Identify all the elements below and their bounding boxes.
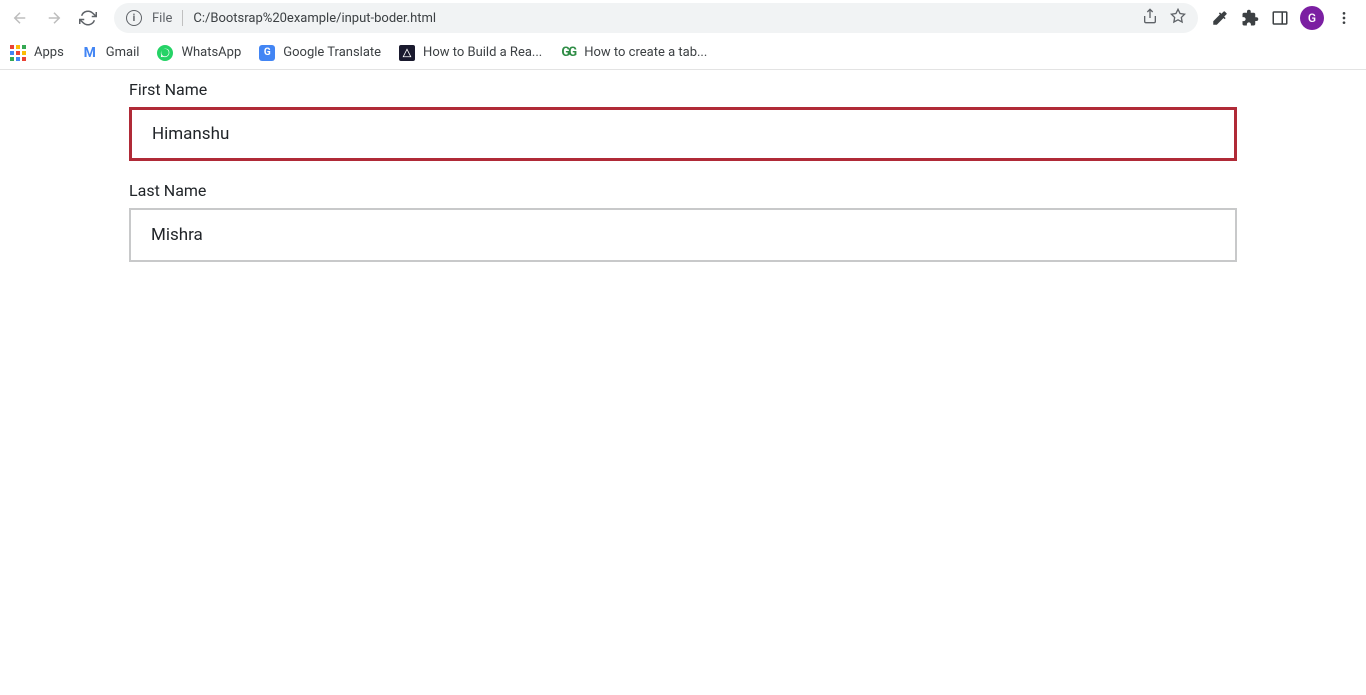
address-bar[interactable]: i File C:/Bootsrap%20example/input-boder… — [114, 3, 1198, 33]
profile-avatar[interactable]: G — [1300, 6, 1324, 30]
apps-grid-icon — [10, 45, 26, 61]
bookmark-label: Apps — [34, 45, 64, 60]
back-button[interactable] — [6, 4, 34, 32]
eyedropper-icon[interactable] — [1210, 8, 1230, 28]
geeksforgeeks-icon: GG — [560, 45, 576, 61]
sidepanel-icon[interactable] — [1270, 8, 1290, 28]
bookmark-apps[interactable]: Apps — [10, 45, 64, 61]
forward-button[interactable] — [40, 4, 68, 32]
bookmark-label: How to create a tab... — [584, 45, 707, 60]
bookmarks-bar: Apps M Gmail WhatsApp G Google Translate… — [0, 36, 1366, 70]
page-content: First Name Last Name — [0, 70, 1366, 272]
site-info-icon[interactable]: i — [126, 10, 142, 26]
google-translate-icon: G — [259, 45, 275, 61]
bookmark-whatsapp[interactable]: WhatsApp — [157, 45, 241, 61]
bookmark-label: WhatsApp — [181, 45, 241, 60]
last-name-label: Last Name — [129, 181, 1237, 200]
menu-icon[interactable] — [1334, 8, 1354, 28]
bookmark-gmail[interactable]: M Gmail — [82, 45, 140, 61]
whatsapp-icon — [157, 45, 173, 61]
bookmark-howbuild[interactable]: How to Build a Rea... — [399, 45, 542, 61]
bookmark-label: How to Build a Rea... — [423, 45, 542, 60]
bookmark-google-translate[interactable]: G Google Translate — [259, 45, 381, 61]
separator — [182, 10, 183, 26]
reload-button[interactable] — [74, 4, 102, 32]
url-path: C:/Bootsrap%20example/input-boder.html — [193, 11, 1132, 26]
browser-toolbar: i File C:/Bootsrap%20example/input-boder… — [0, 0, 1366, 36]
gmail-icon: M — [82, 45, 98, 61]
share-icon[interactable] — [1142, 8, 1158, 28]
extensions-icon[interactable] — [1240, 8, 1260, 28]
bookmark-label: Gmail — [106, 45, 140, 60]
bookmark-howcreate[interactable]: GG How to create a tab... — [560, 45, 707, 61]
first-name-label: First Name — [129, 80, 1237, 99]
bookmark-label: Google Translate — [283, 45, 381, 60]
first-name-input[interactable] — [129, 107, 1237, 161]
url-scheme: File — [152, 11, 172, 26]
last-name-input[interactable] — [129, 208, 1237, 262]
star-icon[interactable] — [1170, 8, 1186, 28]
acode-icon — [399, 45, 415, 61]
toolbar-right: G — [1210, 6, 1360, 30]
